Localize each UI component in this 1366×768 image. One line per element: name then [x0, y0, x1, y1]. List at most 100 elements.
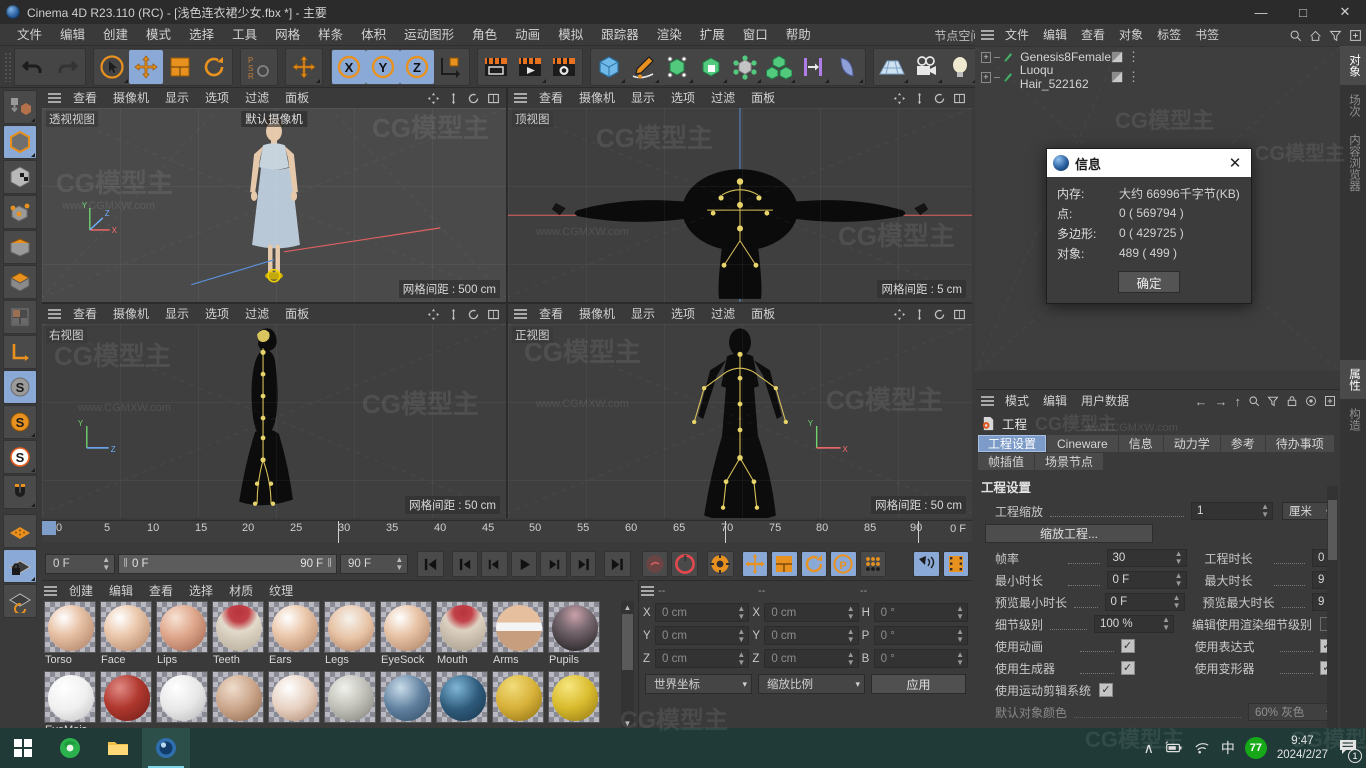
hamburger-icon[interactable]	[641, 586, 654, 596]
material-item[interactable]: EyeMois	[44, 671, 96, 730]
mat-menu-view[interactable]: 查看	[141, 581, 181, 601]
obj-menu-view[interactable]: 查看	[1074, 24, 1112, 46]
menu-item-9[interactable]: 运动图形	[395, 24, 463, 46]
select-tool-button[interactable]	[95, 50, 129, 84]
vp2-menu-view[interactable]: 查看	[65, 304, 105, 324]
attribute-scrollbar[interactable]	[1327, 486, 1338, 728]
material-scrollbar[interactable]: ▲ ▼	[621, 601, 634, 730]
workplane-align-button[interactable]	[3, 584, 37, 618]
material-swatch[interactable]	[268, 671, 320, 723]
autokey-button[interactable]	[641, 551, 669, 577]
scroll-up-icon[interactable]: ▲	[621, 601, 634, 614]
stepper-icon[interactable]: ▲ ▼	[956, 650, 964, 667]
viewport-right-canvas[interactable]: Y Z CG模型主 CG模型主 www.CGMXW.com 右视图 网格间距 :…	[42, 324, 506, 518]
taskbar-explorer-button[interactable]	[94, 728, 142, 768]
material-item[interactable]	[268, 671, 320, 730]
rotate-view-icon[interactable]	[467, 92, 480, 105]
size-z-input[interactable]: 0 cm ▲ ▼	[764, 649, 859, 668]
obj-menu-edit[interactable]: 编辑	[1036, 24, 1074, 46]
vp0-menu-options[interactable]: 选项	[197, 88, 237, 108]
point-level-animation-button[interactable]	[859, 551, 887, 577]
up-arrow-icon[interactable]: ↑	[1235, 394, 1242, 409]
z-axis-button[interactable]: Z	[400, 49, 434, 84]
vp2-menu-options[interactable]: 选项	[197, 304, 237, 324]
material-scroll-thumb[interactable]	[622, 614, 633, 670]
record-circle-icon[interactable]	[1305, 395, 1317, 407]
move-axis-button[interactable]	[287, 50, 321, 84]
stepper-icon[interactable]: ▲ ▼	[1261, 503, 1269, 519]
lock-icon[interactable]	[1286, 395, 1298, 407]
wifi-icon[interactable]	[1194, 741, 1211, 755]
stepper-icon[interactable]: ▲ ▼	[737, 604, 745, 621]
material-swatch[interactable]	[212, 601, 264, 653]
material-item[interactable]: Lips	[156, 601, 208, 667]
ime-badge[interactable]: 77	[1244, 737, 1267, 759]
obj-menu-object[interactable]: 对象	[1112, 24, 1150, 46]
info-dialog[interactable]: 信息 ✕ 内存: 大约 66996千字节(KB) 点: 0 ( 569794 )…	[1046, 148, 1252, 304]
point-mode-button[interactable]	[3, 230, 37, 264]
maximize-button[interactable]: □	[1282, 0, 1324, 24]
min-time-input[interactable]: 0 F ▲ ▼	[1106, 571, 1187, 589]
rotate-tool-button[interactable]	[197, 50, 231, 84]
render-settings-button[interactable]	[547, 50, 581, 84]
mograph-cloner-button[interactable]	[762, 50, 796, 84]
y-axis-button[interactable]: Y	[366, 49, 400, 84]
tab-project-settings[interactable]: 工程设置	[978, 435, 1047, 452]
material-item[interactable]	[100, 671, 152, 730]
stepper-icon[interactable]: ▲ ▼	[102, 556, 110, 572]
sound-toggle-button[interactable]	[913, 551, 940, 577]
material-item[interactable]: Face	[100, 601, 152, 667]
attr-menu-userdata[interactable]: 用户数据	[1074, 390, 1136, 412]
maximize-view-icon[interactable]	[953, 308, 966, 321]
step-forward-button[interactable]	[540, 551, 567, 577]
scale-tool-button[interactable]	[163, 50, 197, 84]
zoom-dolly-icon[interactable]	[447, 92, 460, 105]
workplane-button[interactable]	[3, 335, 37, 369]
obj-menu-file[interactable]: 文件	[998, 24, 1036, 46]
step-back-button[interactable]	[481, 551, 508, 577]
material-item[interactable]	[436, 671, 488, 730]
vp3-menu-camera[interactable]: 摄像机	[571, 304, 623, 324]
material-swatch[interactable]	[156, 601, 208, 653]
viewport-top[interactable]: 查看 摄像机 显示 选项 过滤 面板 顶视图 网格间距: 5 cm	[508, 88, 972, 302]
use-motionclip-checkbox[interactable]: ✓	[1099, 683, 1114, 697]
position-y-input[interactable]: 0 cm ▲ ▼	[655, 626, 750, 645]
material-item[interactable]: Teeth	[212, 601, 264, 667]
material-item[interactable]: Arms	[492, 601, 544, 667]
stepper-icon[interactable]: ▲ ▼	[395, 556, 403, 572]
viewport-top-canvas[interactable]: CG模型主 CG模型主 www.CGMXW.com 顶视图 网格间距 : 5 c…	[508, 108, 972, 302]
stepper-icon[interactable]: ▲ ▼	[1173, 594, 1181, 610]
mat-menu-edit[interactable]: 编辑	[101, 581, 141, 601]
snap-target-button[interactable]: S	[3, 440, 37, 474]
material-item[interactable]	[156, 671, 208, 730]
material-swatch[interactable]	[492, 601, 544, 653]
pan-icon[interactable]	[893, 308, 906, 321]
key-rotation-button[interactable]	[800, 551, 828, 577]
apply-button[interactable]: 应用	[871, 674, 966, 694]
expand-icon[interactable]: +	[981, 71, 991, 83]
viewport-front-canvas[interactable]: Y X CG模型主 CG模型主 www.CGMXW.com 正视图 网格间距 :…	[508, 324, 972, 518]
size-x-input[interactable]: 0 cm ▲ ▼	[764, 603, 859, 622]
tab-scene-nodes[interactable]: 场景节点	[1035, 453, 1104, 470]
material-swatch[interactable]	[436, 671, 488, 723]
hamburger-icon[interactable]	[981, 30, 994, 40]
snap-settings-button[interactable]: S	[3, 405, 37, 439]
menu-item-15[interactable]: 扩展	[691, 24, 734, 46]
key-parameter-button[interactable]: P	[830, 551, 857, 577]
prev-key-button[interactable]	[451, 551, 479, 577]
material-swatch[interactable]	[44, 601, 96, 653]
add-icon[interactable]	[1349, 29, 1362, 42]
uv-mode-button[interactable]	[3, 300, 37, 334]
vp1-menu-camera[interactable]: 摄像机	[571, 88, 623, 108]
vp0-menu-filter[interactable]: 过滤	[237, 88, 277, 108]
make-editable-button[interactable]	[3, 90, 37, 124]
viewport-right[interactable]: 查看 摄像机 显示 选项 过滤 面板 右视图 网格间距: 50 cm	[42, 304, 506, 518]
notification-center-button[interactable]: 1	[1338, 738, 1362, 763]
display-tag-icon[interactable]	[1111, 51, 1123, 63]
menu-item-1[interactable]: 编辑	[51, 24, 94, 46]
material-item[interactable]	[212, 671, 264, 730]
menu-item-0[interactable]: 文件	[8, 24, 51, 46]
attr-menu-edit[interactable]: 编辑	[1036, 390, 1074, 412]
stepper-icon[interactable]: ▲ ▼	[1175, 572, 1183, 588]
tray-expand-icon[interactable]: ∧	[1144, 740, 1154, 757]
